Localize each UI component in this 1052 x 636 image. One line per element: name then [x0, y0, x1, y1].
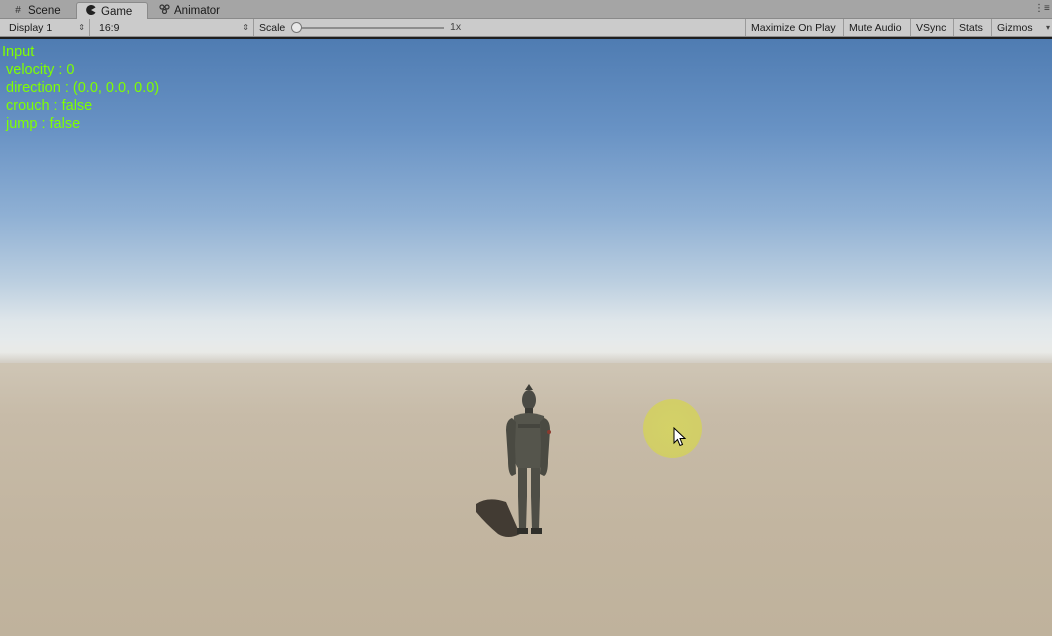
debug-jump: jump : false — [6, 116, 81, 132]
debug-crouch: crouch : false — [6, 98, 93, 114]
tab-animator-label: Animator — [174, 4, 221, 17]
tab-game-label: Game — [101, 5, 133, 18]
tab-animator[interactable]: Animator — [150, 2, 228, 19]
pacman-icon — [85, 4, 97, 18]
gizmos-dropdown[interactable]: Gizmos ▾ — [992, 19, 1052, 36]
hash-grid-icon: # — [15, 5, 21, 16]
tab-game[interactable]: Game — [76, 2, 148, 20]
vsync-toggle[interactable]: VSync — [911, 19, 954, 36]
stats-toggle[interactable]: Stats — [954, 19, 992, 36]
character-right-leg — [531, 468, 540, 530]
character-left-arm — [506, 418, 516, 476]
character-head — [522, 390, 536, 410]
dropdown-arrow-icon: ⇕ — [78, 23, 85, 32]
tab-scene[interactable]: # Scene — [4, 2, 69, 19]
debug-title: Input — [2, 44, 35, 60]
tab-scene-label: Scene — [28, 4, 61, 17]
character-right-arm — [540, 418, 550, 476]
scale-value: 1x — [450, 21, 462, 33]
tab-menu-icon[interactable]: ⋮≡ — [1034, 2, 1050, 16]
game-viewport[interactable]: Input velocity : 0 direction : (0.0, 0.0… — [0, 37, 1052, 636]
character-shadow — [476, 499, 520, 537]
scale-label: Scale — [259, 21, 286, 34]
scale-slider-thumb[interactable] — [291, 22, 302, 33]
debug-velocity: velocity : 0 — [6, 62, 75, 78]
debug-direction: direction : (0.0, 0.0, 0.0) — [6, 80, 160, 96]
display-dropdown[interactable]: Display 1 ⇕ — [4, 19, 90, 36]
maximize-on-play-toggle[interactable]: Maximize On Play — [745, 19, 844, 36]
display-dropdown-label: Display 1 — [9, 21, 53, 34]
character-left-leg — [518, 468, 527, 530]
mouse-pointer-icon — [673, 427, 687, 447]
mute-audio-toggle[interactable]: Mute Audio — [844, 19, 911, 36]
scale-slider-track[interactable] — [296, 27, 444, 29]
horizon — [0, 339, 1052, 363]
input-debug-overlay: Input velocity : 0 direction : (0.0, 0.0… — [2, 43, 159, 133]
animator-icon — [158, 4, 170, 17]
window-tab-bar: # Scene Game Animator ⋮≡ — [0, 0, 1052, 20]
player-character — [476, 384, 551, 537]
dropdown-arrow-icon: ▾ — [1045, 23, 1050, 32]
gizmos-label: Gizmos — [997, 21, 1033, 34]
dropdown-arrow-icon: ⇕ — [242, 23, 249, 32]
aspect-dropdown[interactable]: 16:9 ⇕ — [94, 19, 254, 36]
game-toolbar: Display 1 ⇕ 16:9 ⇕ Scale 1x Maximize On … — [0, 19, 1052, 37]
aspect-dropdown-label: 16:9 — [99, 21, 120, 34]
